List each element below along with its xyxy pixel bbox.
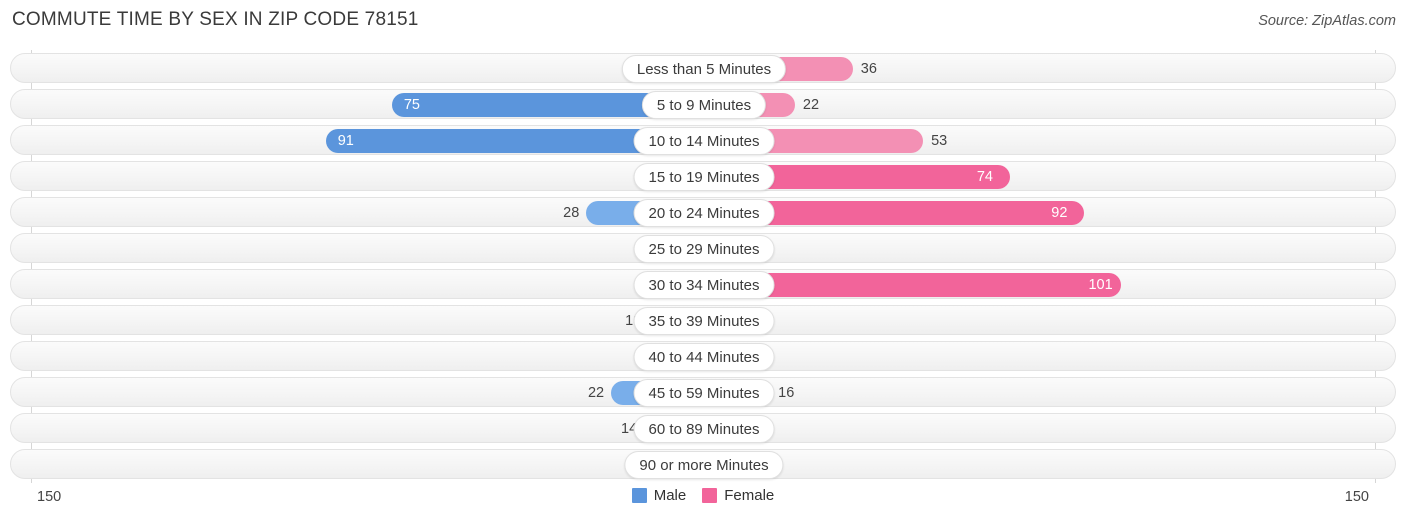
category-label: 35 to 39 Minutes [633, 307, 775, 335]
chart-row: 28 92 20 to 24 Minutes [10, 197, 1396, 227]
legend-label: Male [653, 487, 687, 504]
square-swatch-icon [702, 488, 718, 503]
bar-value-male: 28 [563, 205, 580, 221]
chart-row: 14060 to 89 Minutes [10, 413, 1396, 443]
bar-value-male: 91 [337, 133, 354, 149]
category-label: 40 to 44 Minutes [633, 343, 775, 371]
bar-value-female: 92 [1051, 205, 1068, 221]
bar-value-male: 75 [403, 97, 420, 113]
category-label: 45 to 59 Minutes [633, 379, 775, 407]
category-label: 10 to 14 Minutes [633, 127, 775, 155]
category-label: 20 to 24 Minutes [633, 199, 775, 227]
source-attribution: Source: ZipAtlas.com [1258, 13, 1396, 29]
chart-row: 510130 to 34 Minutes [10, 269, 1396, 299]
bar-value-female: 101 [1088, 277, 1113, 293]
chart-row: 1036Less than 5 Minutes [10, 53, 1396, 83]
chart-row: 07415 to 19 Minutes [10, 161, 1396, 191]
chart-page: COMMUTE TIME BY SEX IN ZIP CODE 78151 So… [0, 0, 1406, 523]
bar-value-female: 36 [860, 61, 877, 77]
plot-area: 1036Less than 5 Minutes75225 to 9 Minute… [0, 50, 1406, 483]
bar-value-female: 22 [802, 97, 820, 113]
chart-row: 0025 to 29 Minutes [10, 233, 1396, 263]
category-label: Less than 5 Minutes [621, 55, 787, 83]
chart-row: 91 53 10 to 14 Minutes [10, 125, 1396, 155]
chart-row: 0090 or more Minutes [10, 449, 1396, 479]
chart-row: 75 22 5 to 9 Minutes [10, 89, 1396, 119]
category-label: 90 or more Minutes [624, 451, 784, 479]
category-label: 60 to 89 Minutes [633, 415, 775, 443]
category-label: 15 to 19 Minutes [633, 163, 775, 191]
legend-item-male[interactable]: Male [631, 487, 687, 504]
square-swatch-icon [631, 488, 647, 503]
bar-value-female: 16 [778, 385, 795, 401]
chart-row: 22 16 45 to 59 Minutes [10, 377, 1396, 407]
legend-item-female[interactable]: Female [702, 487, 774, 504]
bar-value-male: 22 [587, 385, 605, 401]
chart-row: 0040 to 44 Minutes [10, 341, 1396, 371]
category-label: 25 to 29 Minutes [633, 235, 775, 263]
legend-label: Female [724, 487, 775, 504]
chart-row: 13035 to 39 Minutes [10, 305, 1396, 335]
page-title: COMMUTE TIME BY SEX IN ZIP CODE 78151 [12, 9, 419, 30]
bar-value-female: 53 [931, 133, 948, 149]
category-label: 30 to 34 Minutes [633, 271, 775, 299]
bar-value-female: 74 [976, 169, 993, 185]
chart-legend: Male Female [0, 487, 1406, 504]
category-label: 5 to 9 Minutes [641, 91, 767, 119]
